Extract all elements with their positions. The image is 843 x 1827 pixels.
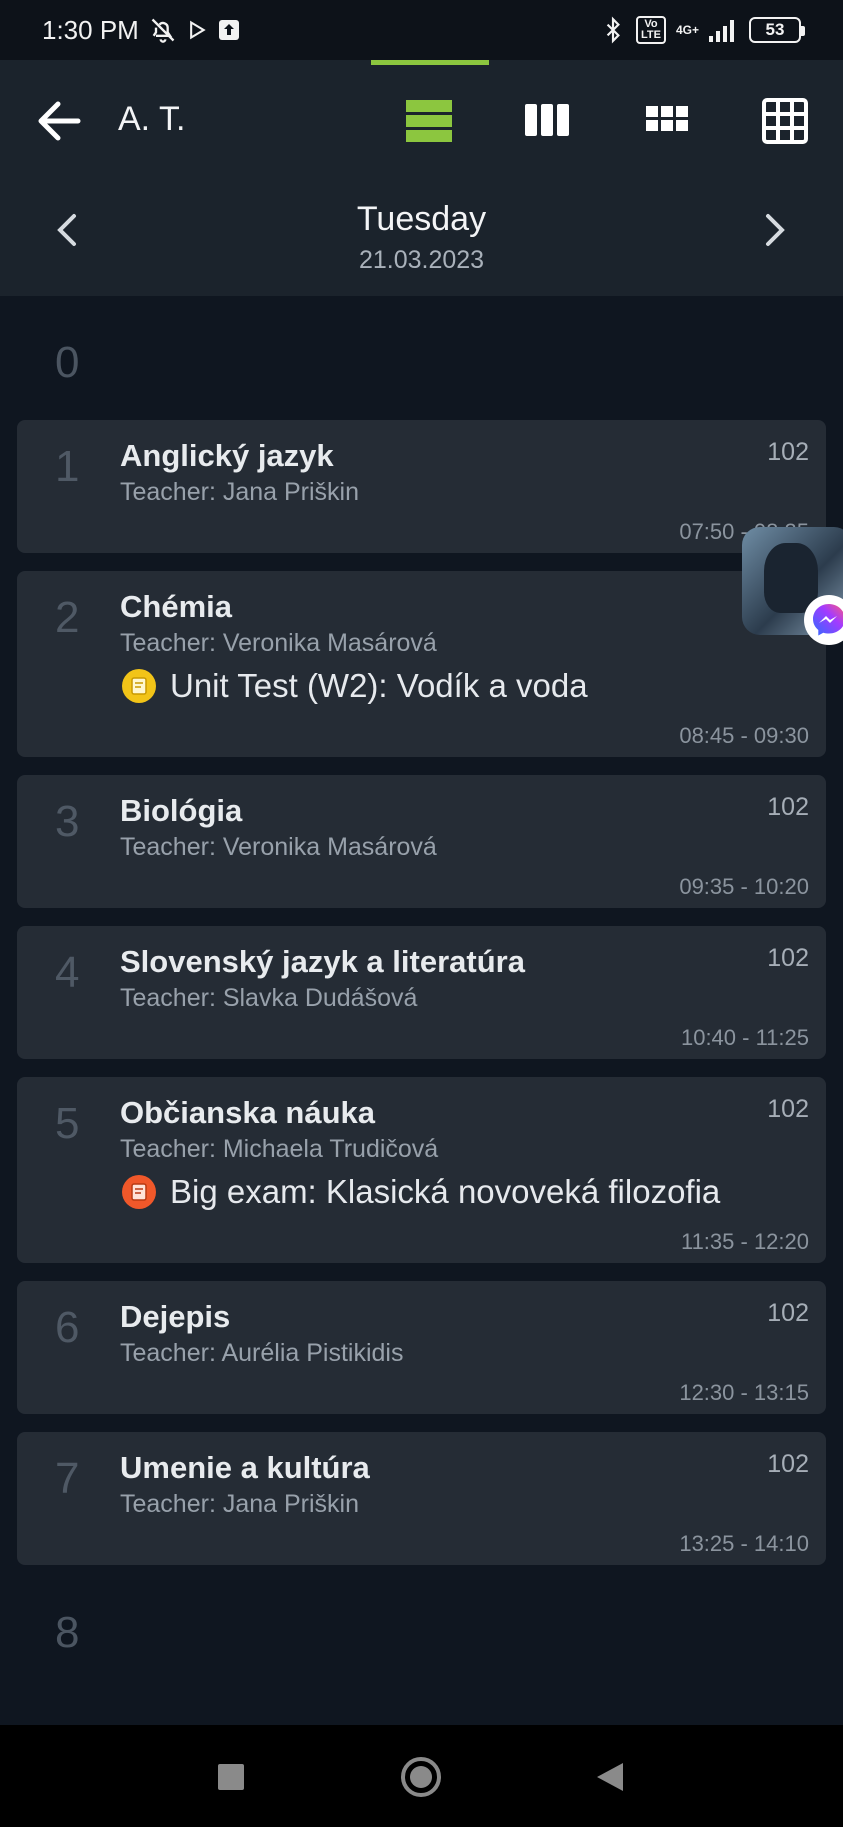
upload-icon [217, 18, 241, 42]
lesson-number: 3 [55, 797, 80, 846]
lesson-room: 102 [767, 944, 809, 972]
lesson-number: 5 [55, 1099, 80, 1148]
lesson-event[interactable]: Unit Test (W2): Vodík a voda [122, 667, 588, 705]
lesson-room: 102 [767, 1450, 809, 1478]
lesson-subject: Občianska náuka [120, 1095, 376, 1130]
current-date: 21.03.2023 [358, 246, 485, 274]
home-icon[interactable] [397, 1753, 445, 1801]
back-nav-icon[interactable] [586, 1753, 634, 1801]
system-navigation-bar [0, 1725, 843, 1827]
three-day-view-icon[interactable] [525, 98, 573, 146]
lesson-subject: Anglický jazyk [120, 438, 334, 473]
day-view-icon[interactable] [406, 98, 454, 146]
event-title: Big exam: Klasická novoveká filozofia [170, 1173, 721, 1210]
note-icon [122, 1175, 156, 1209]
lesson-card[interactable]: 6 Dejepis Teacher: Aurélia Pistikidis 10… [17, 1281, 826, 1414]
lesson-card[interactable]: 2 Chémia Teacher: Veronika Masárová Unit… [17, 571, 826, 757]
lesson-subject: Slovenský jazyk a literatúra [120, 944, 525, 979]
lesson-card[interactable]: 3 Biológia Teacher: Veronika Masárová 10… [17, 775, 826, 908]
lesson-event[interactable]: Big exam: Klasická novoveká filozofia [122, 1173, 720, 1211]
lesson-room: 102 [767, 438, 809, 466]
lesson-teacher: Teacher: Slavka Dudášová [120, 984, 418, 1012]
messenger-chat-head[interactable] [742, 527, 843, 645]
lesson-card[interactable]: 5 Občianska náuka Teacher: Michaela Trud… [17, 1077, 826, 1263]
play-store-icon [187, 20, 207, 40]
lesson-teacher: Teacher: Jana Priškin [120, 1490, 360, 1518]
lesson-teacher: Teacher: Veronika Masárová [120, 833, 437, 861]
date-navigator: Tuesday 21.03.2023 [0, 188, 843, 288]
lesson-time: 10:40 - 11:25 [680, 1025, 809, 1050]
volte-icon: Vo LTE [636, 16, 666, 44]
back-arrow-icon[interactable] [34, 98, 84, 144]
lesson-subject: Umenie a kultúra [120, 1450, 370, 1485]
lesson-card[interactable]: 7 Umenie a kultúra Teacher: Jana Priškin… [17, 1432, 826, 1565]
week-view-icon[interactable] [646, 98, 694, 146]
lesson-room: 102 [767, 793, 809, 821]
note-icon [122, 669, 156, 703]
next-day-icon[interactable] [760, 210, 800, 258]
signal-icon [709, 18, 739, 42]
bluetooth-icon [600, 16, 626, 44]
lesson-room: 102 [767, 1095, 809, 1123]
lesson-card[interactable]: 4 Slovenský jazyk a literatúra Teacher: … [17, 926, 826, 1059]
lesson-number: 1 [55, 442, 80, 491]
messenger-icon [804, 595, 843, 645]
lesson-time: 12:30 - 13:15 [679, 1380, 809, 1405]
battery-icon: 53 [749, 17, 805, 43]
lesson-card[interactable]: 1 Anglický jazyk Teacher: Jana Priškin 1… [17, 420, 826, 553]
lesson-teacher: Teacher: Veronika Masárová [120, 629, 437, 657]
lesson-number: 6 [55, 1303, 80, 1352]
lesson-teacher: Teacher: Jana Priškin [120, 478, 360, 506]
lesson-time: 08:45 - 09:30 [679, 723, 809, 748]
lesson-teacher: Teacher: Aurélia Pistikidis [120, 1339, 404, 1367]
empty-slot-number: 8 [55, 1608, 80, 1657]
month-view-icon[interactable] [762, 98, 810, 146]
lesson-time: 11:35 - 12:20 [680, 1229, 809, 1254]
lesson-subject: Dejepis [120, 1299, 231, 1334]
empty-slot-number: 0 [55, 338, 80, 387]
lesson-room: 102 [767, 1299, 809, 1327]
lesson-teacher: Teacher: Michaela Trudičová [120, 1135, 439, 1163]
lesson-time: 09:35 - 10:20 [679, 874, 809, 899]
lesson-number: 7 [55, 1454, 80, 1503]
lesson-subject: Biológia [120, 793, 243, 828]
view-tab-indicator [371, 60, 489, 65]
app-header: A. T. Tuesday 21.03.2023 [0, 60, 843, 296]
network-type: 4G+ [675, 23, 699, 37]
lesson-number: 2 [55, 593, 80, 642]
lesson-time: 13:25 - 14:10 [679, 1531, 809, 1556]
bell-off-icon [149, 16, 177, 44]
event-title: Unit Test (W2): Vodík a voda [170, 667, 588, 704]
lesson-number: 4 [55, 948, 80, 997]
status-time: 1:30 PM [42, 14, 139, 45]
toolbar: A. T. [0, 82, 843, 158]
lesson-subject: Chémia [120, 589, 232, 624]
page-title: A. T. [118, 100, 186, 138]
status-bar: 1:30 PM Vo LTE 4G+ 53 [0, 0, 843, 60]
recent-apps-icon[interactable] [207, 1753, 255, 1801]
day-name: Tuesday [356, 200, 487, 238]
